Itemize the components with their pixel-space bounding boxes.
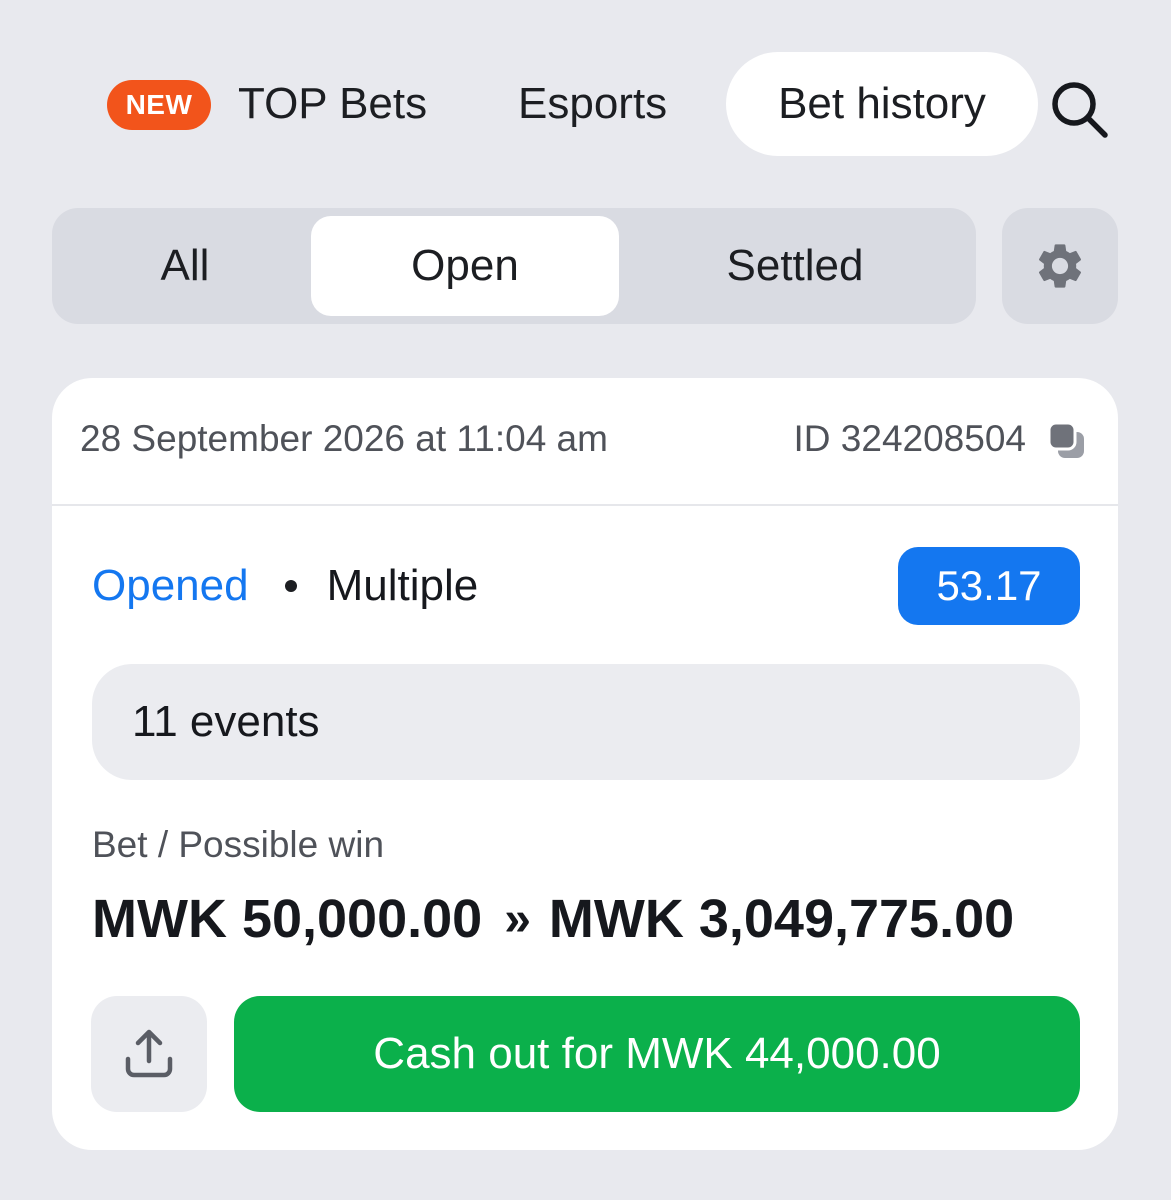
bet-id: ID 324208504 (793, 418, 1026, 459)
nav-bet-history[interactable]: Bet history (726, 52, 1038, 156)
share-icon (125, 1029, 173, 1078)
bet-status-row: Opened Multiple (92, 548, 478, 624)
events-expander[interactable]: 11 events (92, 664, 1080, 780)
bet-card-header: 28 September 2026 at 11:04 am ID 3242085… (52, 378, 1118, 506)
bet-date: 28 September 2026 at 11:04 am (80, 418, 608, 459)
copy-id-button[interactable] (1046, 420, 1088, 462)
stake-amount: MWK 50,000.00 (92, 889, 483, 949)
status-separator (284, 580, 297, 592)
nav-esports[interactable]: Esports (518, 52, 667, 156)
odds-badge: 53.17 (898, 547, 1080, 625)
search-button[interactable] (1044, 74, 1114, 144)
share-button[interactable] (91, 996, 207, 1112)
tab-all[interactable]: All (60, 216, 310, 316)
possible-win-amount: MWK 3,049,775.00 (548, 889, 1015, 949)
new-badge: NEW (107, 80, 211, 130)
bet-filter-tabs: All Open Settled (52, 208, 976, 324)
search-icon (1052, 82, 1108, 138)
bet-card[interactable]: 28 September 2026 at 11:04 am ID 3242085… (52, 378, 1118, 1150)
top-nav: NEW TOP Bets Esports Bet history (0, 52, 1171, 156)
gear-icon (1038, 244, 1082, 288)
events-count: 11 events (132, 697, 320, 746)
copy-icon (1047, 421, 1084, 458)
tab-open[interactable]: Open (311, 216, 619, 316)
tab-settled[interactable]: Settled (620, 216, 970, 316)
cashout-button[interactable]: Cash out for MWK 44,000.00 (234, 996, 1080, 1112)
bet-status: Opened (92, 561, 249, 610)
bet-type: Multiple (326, 561, 479, 610)
bet-amounts: MWK 50,000.00 » MWK 3,049,775.00 (92, 884, 1014, 954)
double-chevron-right-icon: » (504, 892, 531, 946)
nav-top-bets[interactable]: TOP Bets (238, 52, 427, 156)
settings-button[interactable] (1002, 208, 1118, 324)
bet-amount-label: Bet / Possible win (92, 824, 385, 865)
